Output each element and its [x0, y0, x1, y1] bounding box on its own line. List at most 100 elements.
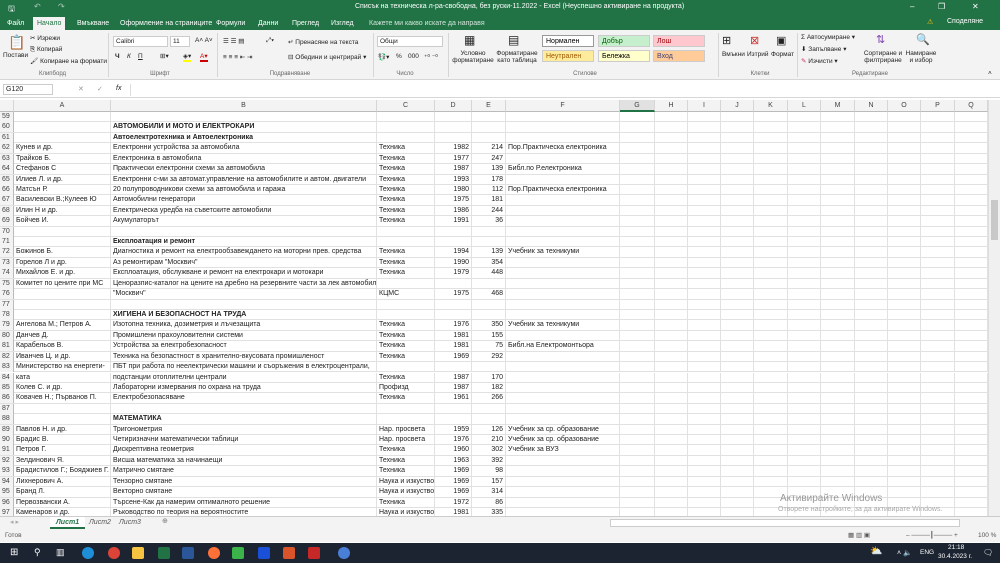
sheet-nav-arrows[interactable]: ◂ ▸ — [10, 518, 19, 526]
cell-J[interactable] — [721, 112, 754, 122]
cell-H[interactable] — [655, 299, 688, 310]
cell-Q[interactable] — [955, 351, 988, 362]
firefox-icon[interactable] — [208, 547, 220, 559]
cell-M[interactable] — [821, 455, 855, 466]
cell-E[interactable]: 210 — [472, 435, 506, 446]
row-header[interactable]: 84 — [0, 372, 14, 383]
row-header[interactable]: 75 — [0, 278, 14, 289]
cell-E[interactable]: 266 — [472, 393, 506, 404]
cell-N[interactable] — [855, 143, 888, 154]
row-header[interactable]: 69 — [0, 216, 14, 227]
cell-M[interactable] — [821, 414, 855, 425]
cell-F[interactable] — [506, 112, 620, 122]
collapse-ribbon-icon[interactable]: ˄ — [988, 70, 992, 77]
cell-H[interactable] — [655, 507, 688, 516]
cell-I[interactable] — [688, 257, 721, 268]
cell-C[interactable] — [377, 237, 435, 248]
cell-D[interactable]: 1977 — [435, 153, 472, 164]
cell-B[interactable]: Електронни устройства за автомобила — [111, 143, 377, 154]
cell-A[interactable] — [14, 309, 111, 320]
style-bad[interactable]: Лош — [653, 35, 705, 47]
cell-I[interactable] — [688, 112, 721, 122]
cell-L[interactable] — [788, 466, 821, 477]
notifications-icon[interactable]: 🗨 — [983, 548, 993, 557]
cell-G[interactable] — [620, 497, 655, 508]
cell-Q[interactable] — [955, 372, 988, 383]
cell-B[interactable]: Тригонометрия — [111, 424, 377, 435]
row-header[interactable]: 68 — [0, 205, 14, 216]
cell-I[interactable] — [688, 289, 721, 300]
cell-B[interactable]: Матрично смятане — [111, 466, 377, 477]
cell-N[interactable] — [855, 393, 888, 404]
cell-C[interactable] — [377, 403, 435, 414]
grow-font-button[interactable]: A˄ A˅ — [195, 37, 213, 44]
row-header[interactable]: 85 — [0, 382, 14, 393]
cell-C[interactable] — [377, 132, 435, 143]
cell-E[interactable]: 314 — [472, 487, 506, 498]
app-icon-red[interactable] — [308, 547, 320, 559]
cell-G[interactable] — [620, 351, 655, 362]
cell-O[interactable] — [888, 414, 921, 425]
cell-N[interactable] — [855, 174, 888, 185]
cell-I[interactable] — [688, 362, 721, 373]
column-header-O[interactable]: O — [888, 100, 921, 112]
cell-N[interactable] — [855, 320, 888, 331]
cell-G[interactable] — [620, 341, 655, 352]
cell-P[interactable] — [921, 445, 955, 456]
cell-J[interactable] — [721, 205, 754, 216]
cell-H[interactable] — [655, 289, 688, 300]
cell-F[interactable]: Библ.по Р.електроника — [506, 164, 620, 175]
cell-D[interactable] — [435, 299, 472, 310]
cell-J[interactable] — [721, 424, 754, 435]
cell-M[interactable] — [821, 132, 855, 143]
cell-F[interactable] — [506, 132, 620, 143]
cell-Q[interactable] — [955, 455, 988, 466]
cell-L[interactable] — [788, 268, 821, 279]
cell-K[interactable] — [754, 278, 788, 289]
cell-D[interactable]: 1980 — [435, 184, 472, 195]
cell-E[interactable]: 448 — [472, 268, 506, 279]
fill-color-icon[interactable]: ◈▾ — [183, 52, 192, 62]
cancel-icon[interactable]: ✕ — [78, 85, 84, 93]
row-header[interactable]: 71 — [0, 237, 14, 248]
cell-M[interactable] — [821, 112, 855, 122]
row-header[interactable]: 91 — [0, 445, 14, 456]
cell-A[interactable]: Каменаров и др. — [14, 507, 111, 516]
cell-G[interactable] — [620, 205, 655, 216]
cell-A[interactable]: Комитет по цените при МС — [14, 278, 111, 289]
cell-Q[interactable] — [955, 362, 988, 373]
cell-N[interactable] — [855, 414, 888, 425]
cell-M[interactable] — [821, 257, 855, 268]
cell-O[interactable] — [888, 216, 921, 227]
cell-H[interactable] — [655, 132, 688, 143]
windows-start-icon[interactable]: ⊞ — [10, 547, 18, 558]
cell-K[interactable] — [754, 362, 788, 373]
number-format-select[interactable]: Общи — [377, 36, 443, 47]
cell-A[interactable] — [14, 122, 111, 133]
cell-G[interactable] — [620, 299, 655, 310]
cell-C[interactable]: Наука и изкуство — [377, 476, 435, 487]
cell-N[interactable] — [855, 330, 888, 341]
cell-H[interactable] — [655, 362, 688, 373]
cell-B[interactable] — [111, 403, 377, 414]
cell-J[interactable] — [721, 216, 754, 227]
cell-H[interactable] — [655, 184, 688, 195]
cell-H[interactable] — [655, 237, 688, 248]
decimal-icons[interactable]: ⁺⁰ ⁻⁰ — [424, 53, 438, 61]
paste-icon[interactable]: 📋 — [8, 34, 25, 51]
cell-K[interactable] — [754, 393, 788, 404]
cell-Q[interactable] — [955, 424, 988, 435]
cell-O[interactable] — [888, 487, 921, 498]
cell-J[interactable] — [721, 362, 754, 373]
cell-D[interactable] — [435, 112, 472, 122]
cell-P[interactable] — [921, 247, 955, 258]
cell-C[interactable]: Техника — [377, 372, 435, 383]
cell-P[interactable] — [921, 455, 955, 466]
cell-D[interactable]: 1981 — [435, 341, 472, 352]
format-cells-icon[interactable]: ▣ — [776, 34, 786, 47]
cell-G[interactable] — [620, 466, 655, 477]
cell-B[interactable]: Акумулаторът — [111, 216, 377, 227]
cell-M[interactable] — [821, 195, 855, 206]
row-header[interactable]: 97 — [0, 507, 14, 516]
cell-C[interactable] — [377, 299, 435, 310]
